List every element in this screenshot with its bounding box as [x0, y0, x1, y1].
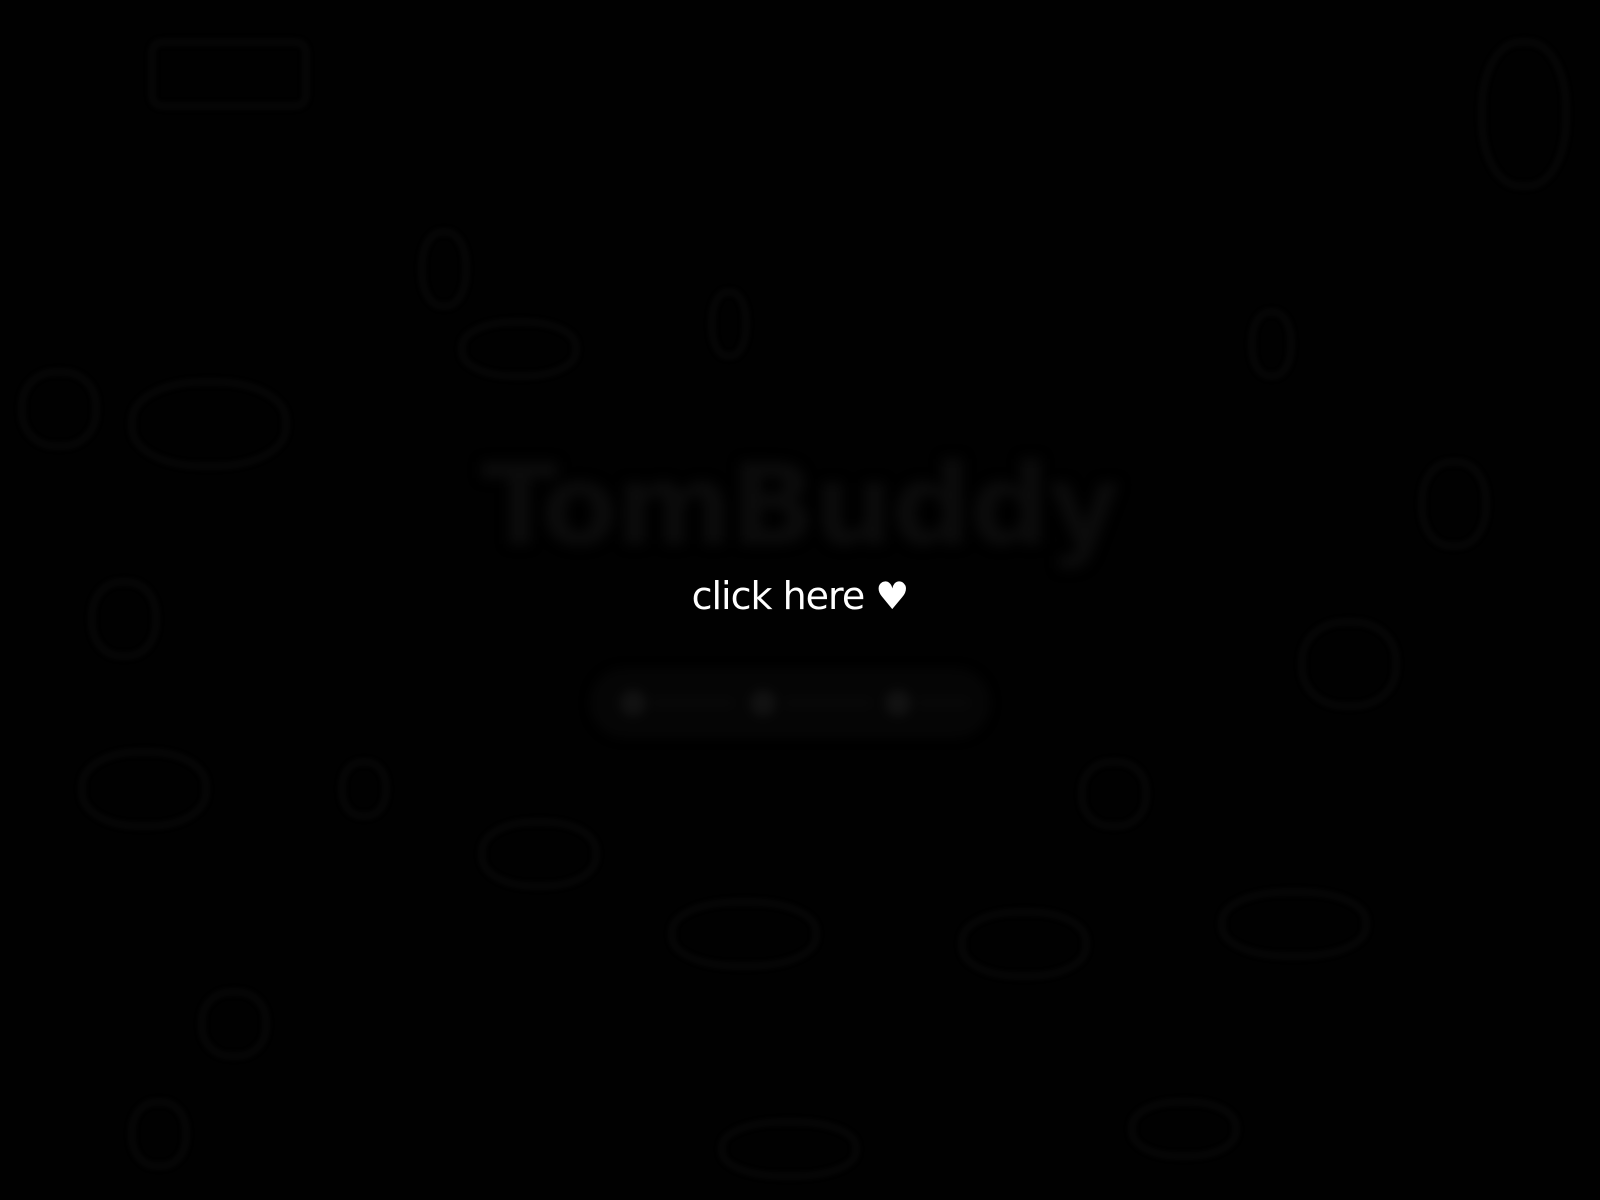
background-doodle — [1220, 890, 1368, 958]
background-doodle — [1300, 620, 1398, 708]
background-doodle — [1480, 40, 1568, 188]
background-doodle — [20, 370, 98, 448]
background-doodle — [720, 1120, 858, 1178]
background-doodle — [480, 820, 598, 888]
enter-button[interactable]: click here ♥ — [0, 574, 1600, 620]
background-doodle — [340, 760, 388, 818]
indicator-dot — [620, 690, 646, 716]
background-doodle — [710, 290, 748, 358]
background-doodle — [420, 230, 468, 308]
background-doodle — [460, 320, 578, 378]
indicator-divider — [785, 701, 870, 705]
background-doodle — [80, 750, 208, 828]
background-doodle — [1080, 760, 1148, 828]
background-doodle — [150, 40, 308, 108]
background-doodle — [670, 900, 818, 968]
background-doodle — [200, 990, 268, 1058]
indicator-divider — [652, 701, 732, 705]
background-doodle — [1130, 1100, 1238, 1158]
indicator-dot — [750, 690, 776, 716]
splash-screen: TomBuddy click here ♥ — [0, 0, 1600, 1200]
indicator-divider — [918, 701, 968, 705]
page-indicator — [590, 668, 990, 738]
indicator-dot — [885, 690, 911, 716]
brand-title: TomBuddy — [481, 441, 1121, 571]
background-doodle — [1250, 310, 1293, 378]
background-doodle — [960, 910, 1088, 978]
background-doodle — [130, 1100, 188, 1168]
